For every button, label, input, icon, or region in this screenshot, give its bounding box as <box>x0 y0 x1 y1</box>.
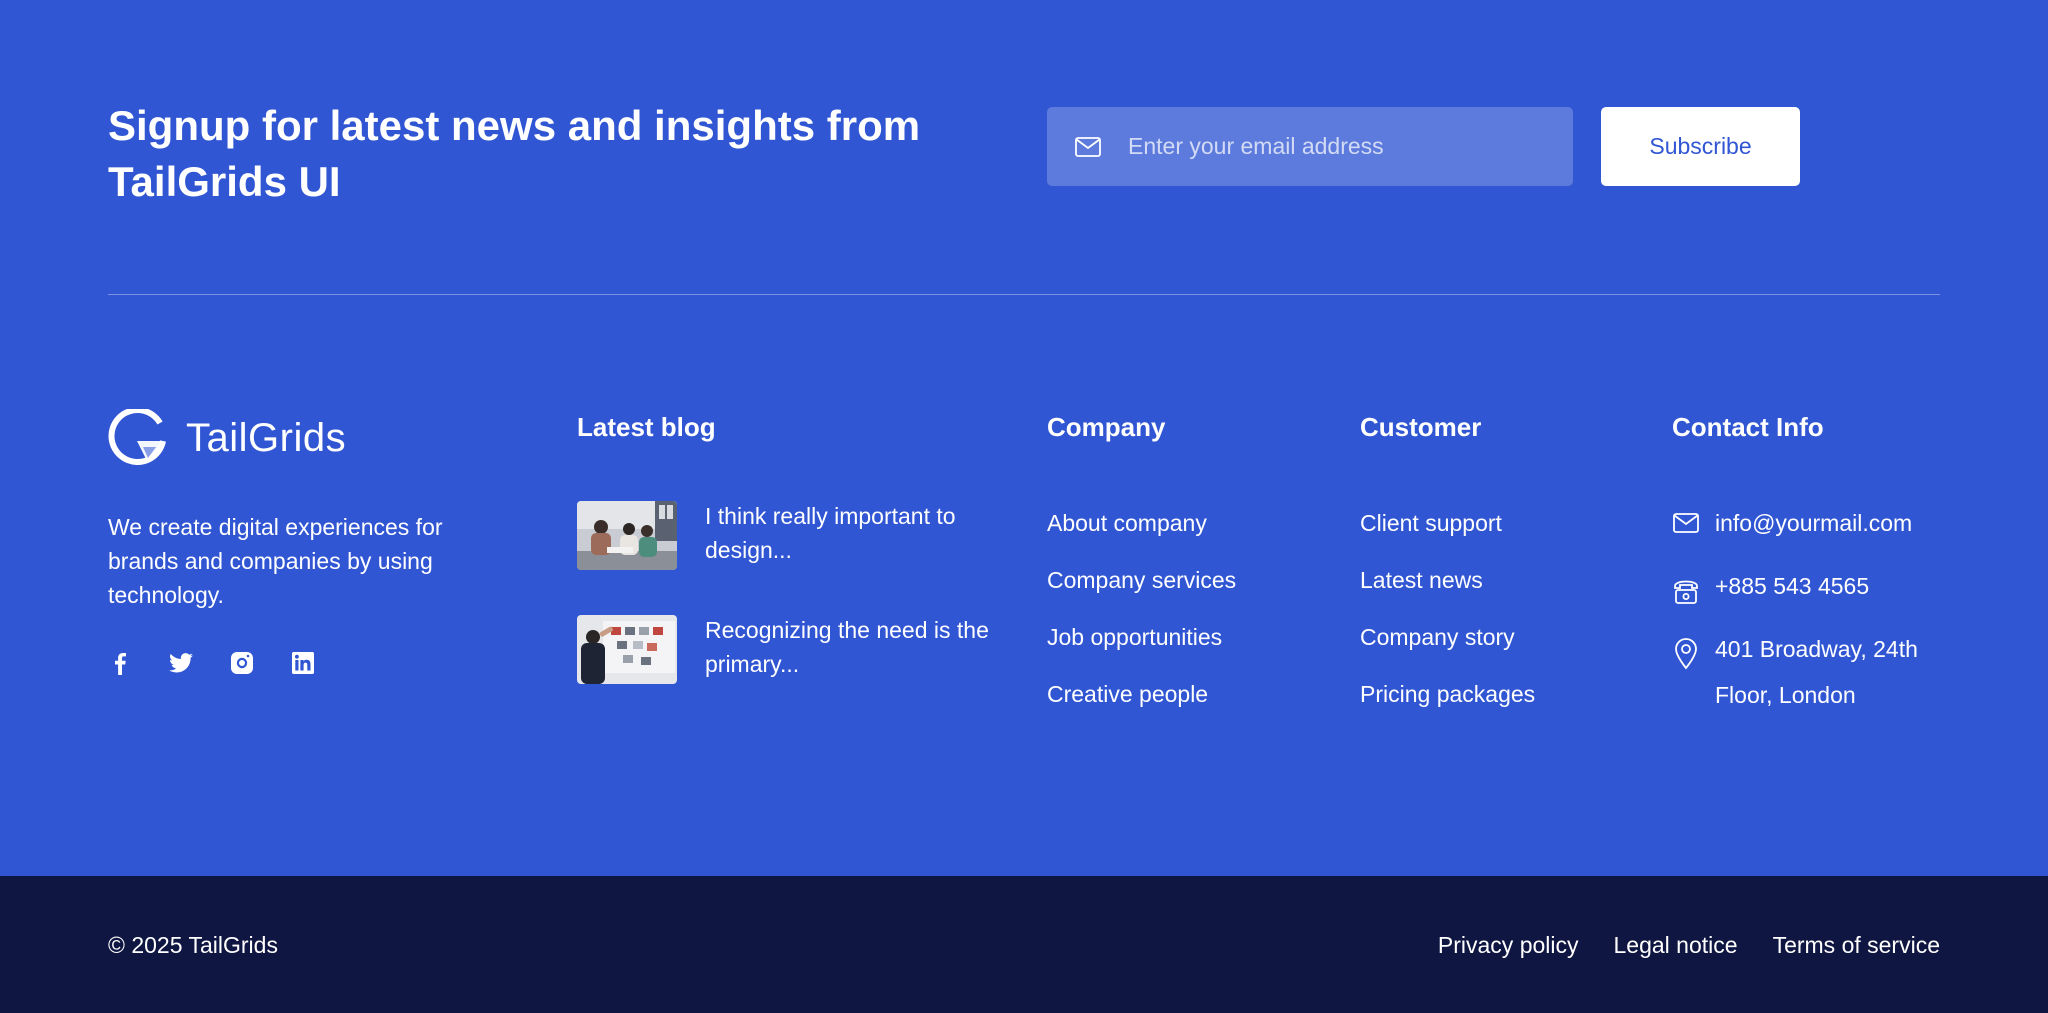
blog-heading: Latest blog <box>577 412 716 442</box>
company-links: About company Company services Job oppor… <box>1047 508 1236 736</box>
brand-logo[interactable]: TailGrids <box>108 407 347 467</box>
blog-thumbnail <box>577 615 677 684</box>
contact-heading: Contact Info <box>1672 412 1824 442</box>
blog-post-item[interactable]: I think really important to design... <box>577 501 995 570</box>
contact-address-text: 401 Broadway, 24th Floor, London <box>1715 626 1918 718</box>
newsletter-title: Signup for latest news and insights from… <box>108 102 921 205</box>
tailgrids-logo-icon <box>108 407 166 467</box>
copyright: © 2025 TailGrids <box>108 932 278 958</box>
company-heading: Company <box>1047 412 1166 442</box>
address-line-1: 401 Broadway, 24th <box>1715 636 1918 662</box>
divider <box>108 294 1940 295</box>
twitter-icon[interactable] <box>169 651 193 675</box>
customer-link-support[interactable]: Client support <box>1360 508 1535 565</box>
linkedin-icon[interactable] <box>291 651 315 675</box>
blog-post-title: I think really important to design... <box>705 503 956 563</box>
contact-email[interactable]: info@yourmail.com <box>1672 508 1912 538</box>
blog-post-title: Recognizing the need is the primary... <box>705 617 989 677</box>
privacy-policy-link[interactable]: Privacy policy <box>1438 930 1579 960</box>
mail-icon <box>1672 508 1700 536</box>
company-link-jobs[interactable]: Job opportunities <box>1047 622 1236 679</box>
instagram-icon[interactable] <box>230 651 254 675</box>
address-line-2: Floor, London <box>1715 682 1856 708</box>
subscribe-button[interactable]: Subscribe <box>1601 107 1800 186</box>
brand-name: TailGrids <box>186 415 347 460</box>
customer-heading: Customer <box>1360 412 1482 442</box>
blog-thumbnail <box>577 501 677 570</box>
contact-address: 401 Broadway, 24th Floor, London <box>1672 626 1918 718</box>
customer-links: Client support Latest news Company story… <box>1360 508 1535 736</box>
facebook-icon[interactable] <box>108 651 132 675</box>
legal-links: Privacy policy Legal notice Terms of ser… <box>1403 930 1940 960</box>
phone-icon <box>1672 571 1700 604</box>
legal-notice-link[interactable]: Legal notice <box>1614 930 1738 960</box>
customer-link-news[interactable]: Latest news <box>1360 565 1535 622</box>
company-link-services[interactable]: Company services <box>1047 565 1236 622</box>
brand-description: We create digital experiences for brands… <box>108 514 443 608</box>
company-link-about[interactable]: About company <box>1047 508 1236 565</box>
email-field-container[interactable] <box>1047 107 1573 186</box>
location-pin-icon <box>1672 626 1700 670</box>
terms-of-service-link[interactable]: Terms of service <box>1773 930 1940 960</box>
contact-phone[interactable]: +885 543 4565 <box>1672 571 1870 604</box>
customer-link-story[interactable]: Company story <box>1360 622 1535 679</box>
mail-icon <box>1075 136 1101 157</box>
contact-email-text: info@yourmail.com <box>1715 510 1913 536</box>
company-link-creative[interactable]: Creative people <box>1047 679 1236 736</box>
contact-phone-text: +885 543 4565 <box>1715 573 1870 599</box>
blog-post-item[interactable]: Recognizing the need is the primary... <box>577 615 995 684</box>
customer-link-pricing[interactable]: Pricing packages <box>1360 679 1535 736</box>
footer: Signup for latest news and insights from… <box>0 0 2048 876</box>
social-links <box>108 651 352 675</box>
email-input[interactable] <box>1128 133 1573 160</box>
